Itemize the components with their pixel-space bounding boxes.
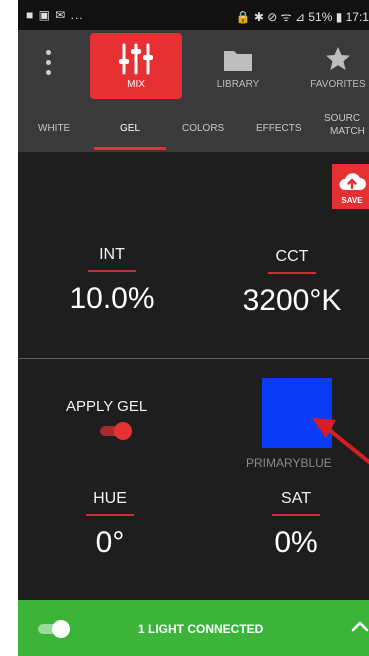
intensity-underline bbox=[88, 270, 136, 272]
sat-control[interactable]: SAT 0% bbox=[256, 490, 336, 560]
star-icon bbox=[326, 47, 350, 70]
nav-mix-button[interactable]: MIX bbox=[90, 33, 182, 99]
chevron-up-icon[interactable] bbox=[350, 616, 369, 636]
status-system-info: 🔒 ✱ ⊘ ᯤ ⊿ 51% ▮ 17:1 bbox=[235, 10, 369, 24]
app-screen: ■ ▣ ✉ ... 🔒 ✱ ⊘ ᯤ ⊿ 51% ▮ 17:1 MIX LIBRA… bbox=[18, 0, 369, 656]
nav-favorites-button[interactable]: FAVORITES bbox=[298, 30, 369, 100]
save-button[interactable]: SAVE bbox=[332, 164, 369, 209]
nav-mix-label: MIX bbox=[127, 79, 145, 90]
cloud-upload-icon bbox=[339, 173, 366, 190]
cct-value: 3200°K bbox=[242, 284, 342, 317]
tab-white[interactable]: WHITE bbox=[38, 123, 70, 134]
gel-color-swatch[interactable] bbox=[262, 378, 332, 448]
mixer-sliders-icon bbox=[119, 43, 153, 75]
folder-icon bbox=[224, 51, 252, 71]
connection-toggle[interactable] bbox=[38, 620, 72, 638]
gel-color-name: PRIMARYBLUE bbox=[246, 456, 332, 470]
tab-colors[interactable]: COLORS bbox=[182, 123, 224, 134]
sat-title: SAT bbox=[281, 490, 311, 507]
apply-gel-label: APPLY GEL bbox=[66, 398, 148, 415]
sat-underline bbox=[272, 514, 320, 516]
cct-control[interactable]: CCT 3200°K bbox=[224, 248, 360, 318]
hue-underline bbox=[86, 514, 134, 516]
section-divider bbox=[18, 358, 369, 359]
save-label: SAVE bbox=[341, 196, 363, 205]
sat-value: 0% bbox=[274, 526, 318, 559]
status-bar: ■ ▣ ✉ ... 🔒 ✱ ⊘ ᯤ ⊿ 51% ▮ 17:1 bbox=[18, 0, 369, 30]
status-notification-icons: ■ ▣ ✉ ... bbox=[26, 8, 84, 22]
tab-source-match-line1: SOURC bbox=[324, 113, 361, 124]
tab-effects[interactable]: EFFECTS bbox=[256, 123, 302, 134]
active-tab-indicator bbox=[94, 147, 166, 150]
overflow-menu-icon[interactable] bbox=[44, 50, 52, 80]
tab-source-match[interactable]: SOURC MATCH bbox=[324, 112, 365, 138]
intensity-control[interactable]: INT 10.0% bbox=[62, 246, 162, 316]
intensity-value: 10.0% bbox=[69, 282, 155, 315]
connection-bar: 1 LIGHT CONNECTED bbox=[18, 600, 369, 656]
intensity-title: INT bbox=[99, 246, 125, 263]
nav-library-label: LIBRARY bbox=[216, 79, 260, 90]
connection-status-text: 1 LIGHT CONNECTED bbox=[138, 622, 264, 636]
tab-gel[interactable]: GEL bbox=[120, 123, 140, 134]
hue-control[interactable]: HUE 0° bbox=[70, 490, 150, 560]
apply-gel-toggle-knob bbox=[114, 422, 132, 440]
nav-favorites-label: FAVORITES bbox=[310, 79, 366, 90]
cct-title: CCT bbox=[275, 248, 309, 265]
top-navigation: MIX LIBRARY FAVORITES bbox=[18, 30, 369, 100]
cct-underline bbox=[268, 272, 316, 274]
hue-title: HUE bbox=[93, 490, 127, 507]
sub-tabs: WHITE GEL COLORS EFFECTS SOURC MATCH bbox=[18, 100, 369, 152]
hue-value: 0° bbox=[95, 526, 125, 559]
connection-toggle-knob bbox=[52, 620, 70, 638]
tab-source-match-line2: MATCH bbox=[330, 126, 365, 137]
nav-library-button[interactable]: LIBRARY bbox=[198, 30, 278, 100]
apply-gel-toggle[interactable] bbox=[100, 422, 132, 440]
